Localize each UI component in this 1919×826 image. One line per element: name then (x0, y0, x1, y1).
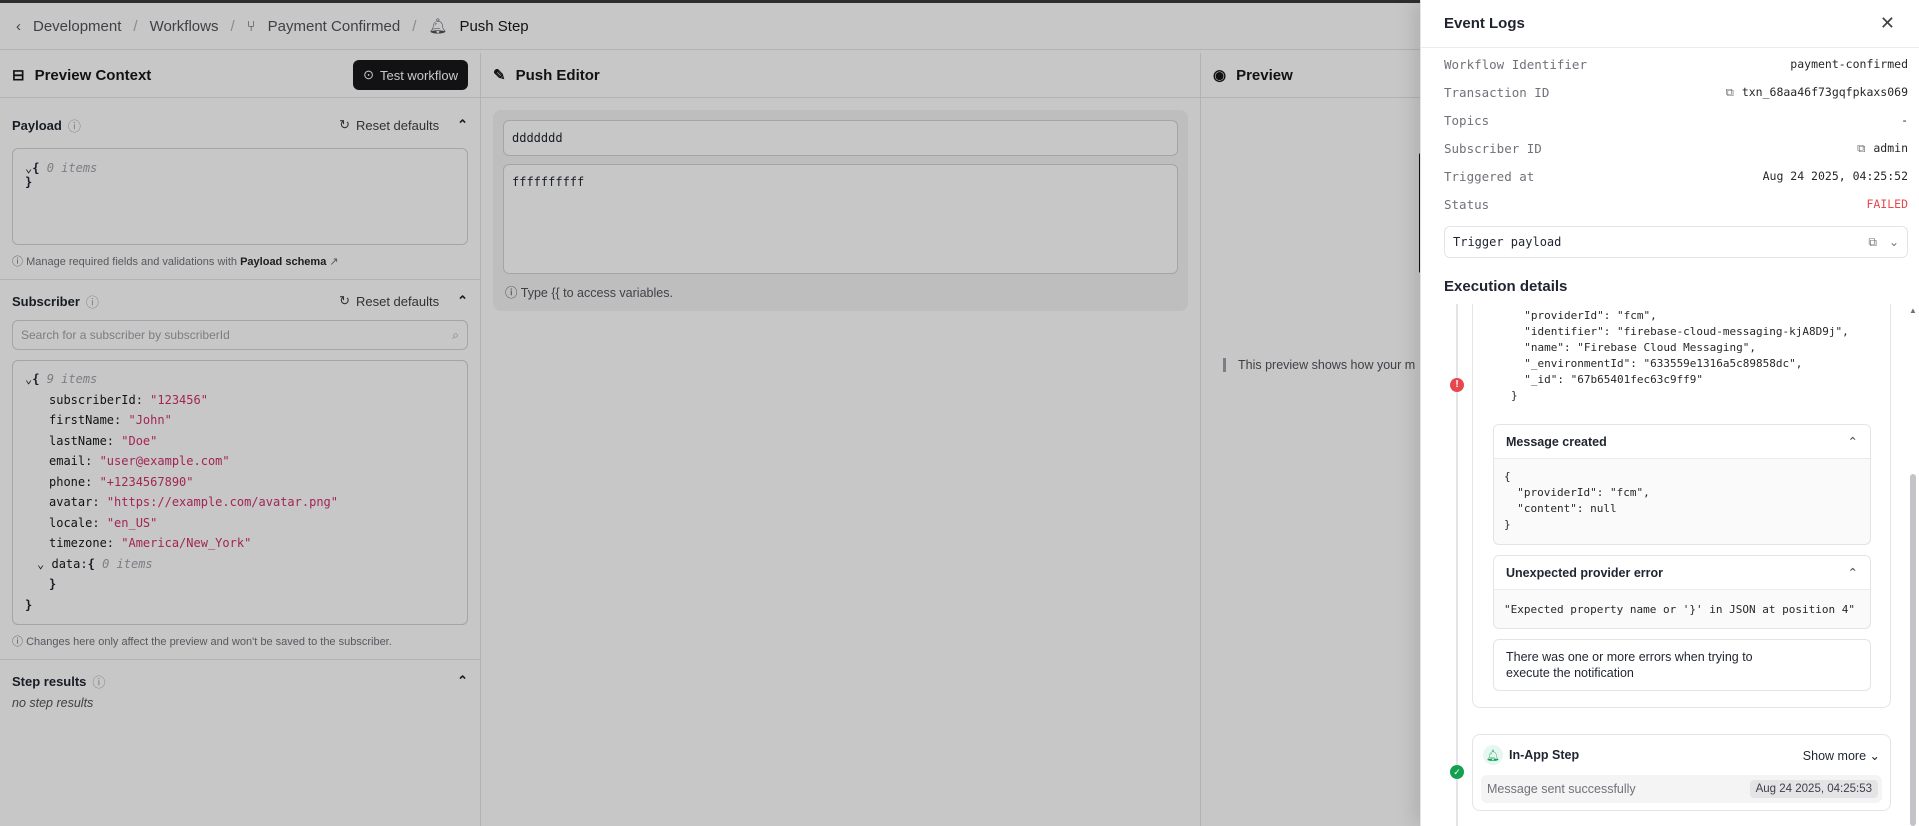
copy-icon[interactable]: ⧉ (1857, 141, 1865, 156)
chevron-down-icon: ⌄ (1869, 748, 1880, 763)
error-summary-text: There was one or more errors when trying… (1506, 650, 1753, 680)
event-info-value-text: txn_68aa46f73gqfpkaxs069 (1741, 85, 1908, 99)
trigger-payload-label: Trigger payload (1453, 235, 1562, 249)
trigger-payload-toggle[interactable]: Trigger payload ⧉ ⌄ (1444, 226, 1908, 258)
success-status-icon: ✓ (1450, 765, 1464, 779)
inapp-step-card: 🔔︎ In-App Step Show more ⌄ Message sent … (1472, 734, 1891, 811)
inapp-message: Message sent successfully (1487, 782, 1636, 796)
event-info-value: FAILED (1866, 197, 1908, 211)
execution-details-scroll[interactable]: "providerId": "fcm", "identifier": "fire… (1421, 304, 1919, 826)
event-info-value: Aug 24 2025, 04:25:52 (1763, 169, 1908, 183)
event-info-value-text: admin (1873, 141, 1908, 155)
message-created-title: Message created (1506, 434, 1607, 449)
scrollbar[interactable]: ▲ (1909, 304, 1917, 826)
event-info-row: Subscriber ID ⧉ admin (1421, 134, 1919, 162)
event-info-row: Status FAILED (1421, 190, 1919, 218)
inapp-timestamp: Aug 24 2025, 04:25:53 (1749, 780, 1878, 798)
event-info-value: ⧉ txn_68aa46f73gqfpkaxs069 (1726, 85, 1908, 100)
event-info-value-text: payment-confirmed (1790, 57, 1908, 71)
provider-json: "providerId": "fcm", "identifier": "fire… (1511, 309, 1849, 402)
inapp-step-result: Message sent successfully Aug 24 2025, 0… (1481, 775, 1882, 803)
event-info-value: payment-confirmed (1790, 57, 1908, 71)
chevron-up-icon[interactable]: ⌃ (1848, 434, 1858, 449)
event-logs-drawer: Event Logs ✕ Workflow Identifier payment-… (1420, 0, 1919, 826)
event-info-key: Workflow Identifier (1444, 56, 1587, 72)
event-info-list: Workflow Identifier payment-confirmed Tran… (1421, 48, 1919, 218)
show-more-label: Show more (1802, 748, 1867, 763)
event-info-value-text: - (1901, 113, 1908, 127)
message-created-json: { "providerId": "fcm", "content": null } (1504, 470, 1650, 531)
error-status-icon: ! (1450, 378, 1464, 392)
copy-icon[interactable]: ⧉ (1726, 85, 1734, 100)
chevron-down-icon[interactable]: ⌄ (1889, 235, 1899, 250)
scroll-up-icon[interactable]: ▲ (1909, 306, 1917, 315)
event-info-row: Workflow Identifier payment-confirmed (1421, 50, 1919, 78)
event-info-value-text: FAILED (1866, 197, 1908, 211)
provider-error-card: Unexpected provider error ⌃ "Expected pr… (1493, 555, 1871, 629)
show-more-button[interactable]: Show more ⌄ (1803, 748, 1880, 763)
provider-error-title: Unexpected provider error (1506, 565, 1663, 580)
message-created-card: Message created ⌃ { "providerId": "fcm",… (1493, 424, 1871, 545)
event-info-row: Transaction ID ⧉ txn_68aa46f73gqfpkaxs069 (1421, 78, 1919, 106)
copy-icon[interactable]: ⧉ (1868, 235, 1877, 250)
inapp-step-header[interactable]: 🔔︎ In-App Step Show more ⌄ (1473, 735, 1890, 775)
provider-error-message: "Expected property name or '}' in JSON a… (1504, 603, 1855, 616)
event-info-key: Status (1444, 196, 1490, 212)
error-summary-card: There was one or more errors when trying… (1493, 639, 1871, 691)
event-info-key: Triggered at (1444, 168, 1535, 184)
modal-backdrop[interactable] (0, 0, 1420, 826)
event-info-key: Subscriber ID (1444, 140, 1542, 156)
close-icon[interactable]: ✕ (1880, 13, 1895, 34)
scrollbar-thumb[interactable] (1910, 474, 1916, 826)
event-info-key: Topics (1444, 112, 1490, 128)
inapp-step-title: In-App Step (1509, 748, 1580, 762)
message-created-header[interactable]: Message created ⌃ (1494, 425, 1870, 459)
event-info-value: - (1901, 113, 1908, 127)
event-info-value-text: Aug 24 2025, 04:25:52 (1762, 169, 1908, 183)
bell-icon: 🔔︎ (1483, 745, 1503, 765)
event-info-value: ⧉ admin (1857, 141, 1908, 156)
chevron-up-icon[interactable]: ⌃ (1848, 565, 1858, 580)
event-info-row: Topics - (1421, 106, 1919, 134)
event-logs-title: Event Logs (1444, 15, 1525, 32)
execution-details-title: Execution details (1444, 278, 1568, 295)
provider-error-header[interactable]: Unexpected provider error ⌃ (1494, 556, 1870, 590)
event-info-key: Transaction ID (1444, 84, 1550, 100)
event-info-row: Triggered at Aug 24 2025, 04:25:52 (1421, 162, 1919, 190)
